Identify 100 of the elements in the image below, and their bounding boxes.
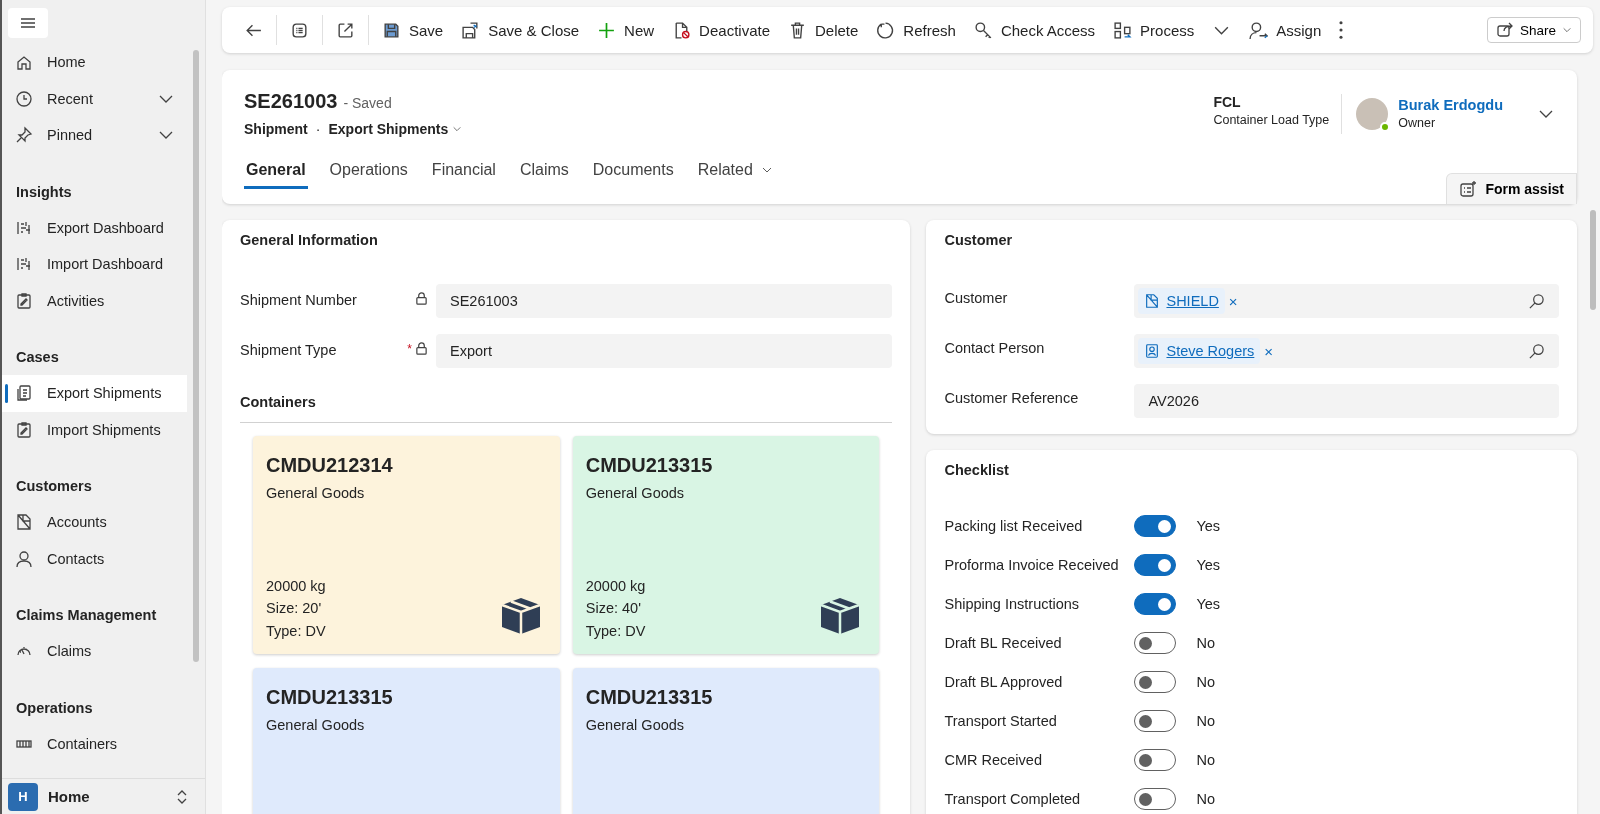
plus-icon xyxy=(597,20,617,40)
lookup-field[interactable]: Steve Rogers × xyxy=(1134,334,1559,368)
field-label: Shipment Number xyxy=(240,291,358,308)
nav-item[interactable]: Recent xyxy=(2,80,187,117)
container-card[interactable]: CMDU212314 General Goods 20000 kg Size: 20' Type: DV xyxy=(253,436,560,654)
nav-item[interactable]: Claims xyxy=(2,633,187,670)
nav-item[interactable]: Export Dashboard xyxy=(2,209,187,246)
field-label: Contact Person xyxy=(944,339,1046,356)
search-icon xyxy=(1528,342,1545,360)
checklist-label: Draft BL Received xyxy=(944,634,1063,651)
form-assist-button[interactable]: Form assist xyxy=(1446,173,1577,204)
checklist-sparkle-icon xyxy=(1459,180,1478,198)
tab[interactable]: Claims xyxy=(517,155,571,189)
toggle-value: Yes xyxy=(1196,518,1221,534)
area-badge: H xyxy=(8,782,38,811)
toggle-switch[interactable] xyxy=(1134,671,1177,693)
toolbar-button[interactable]: Process xyxy=(1105,13,1203,47)
checklist-label: Proforma Invoice Received xyxy=(944,556,1120,573)
nav-item[interactable]: Import Shipments xyxy=(2,411,187,448)
scrollbar-thumb[interactable] xyxy=(193,50,199,662)
subsection-title: Containers xyxy=(240,394,893,423)
field-label: Customer Reference xyxy=(944,389,1080,406)
nav-item[interactable]: Import Dashboard xyxy=(2,246,187,283)
toggle-switch[interactable] xyxy=(1134,749,1177,771)
tab[interactable]: Documents xyxy=(590,155,676,189)
goods-type: General Goods xyxy=(585,717,686,733)
toggle-switch[interactable] xyxy=(1134,788,1177,810)
toggle-switch[interactable] xyxy=(1134,515,1177,537)
toggle-value: No xyxy=(1196,674,1215,690)
checklist-label: Transport Completed xyxy=(944,790,1082,807)
toggle-switch[interactable] xyxy=(1134,632,1177,654)
container-number: CMDU212314 xyxy=(266,454,394,477)
separator-dot: · xyxy=(315,121,321,137)
nav-group-title: Claims Management xyxy=(15,606,158,625)
checklist-label: CMR Received xyxy=(944,751,1043,768)
person-icon xyxy=(15,549,33,568)
container-card[interactable]: CMDU213315 General Goods xyxy=(572,668,880,814)
container-type: Type: DV xyxy=(585,621,647,641)
lookup-tag[interactable]: SHIELD xyxy=(1138,288,1225,314)
nav-item[interactable]: Accounts xyxy=(2,504,187,541)
nav-item[interactable]: Activities xyxy=(2,282,187,319)
toggle-value: No xyxy=(1196,791,1215,807)
nav-item[interactable]: Pinned xyxy=(2,117,187,154)
contact-card-icon xyxy=(1144,343,1161,359)
toggle-value: Yes xyxy=(1196,596,1221,612)
assign-icon xyxy=(1249,20,1269,40)
toggle-switch[interactable] xyxy=(1134,710,1177,732)
owner-label: Owner xyxy=(1398,116,1437,130)
container-size: Size: 20' xyxy=(266,599,323,618)
document-icon xyxy=(15,384,33,403)
toolbar-button[interactable]: Deactivate xyxy=(664,13,778,47)
nav-group-title: Cases xyxy=(15,348,60,367)
toggle-value: Yes xyxy=(1196,557,1221,573)
scrollbar-thumb[interactable] xyxy=(1590,210,1596,310)
nav-group-title: Customers xyxy=(15,477,93,496)
toolbar-button[interactable]: New xyxy=(589,13,663,47)
toolbar-button[interactable]: Assign xyxy=(1241,13,1330,47)
toggle-value: No xyxy=(1196,752,1215,768)
pin-icon xyxy=(15,126,33,145)
container-size: Size: 40' xyxy=(585,599,642,618)
tab[interactable]: Financial xyxy=(429,155,498,189)
owner-name[interactable]: Burak Erdogdu xyxy=(1398,97,1503,113)
nav-item[interactable]: Contacts xyxy=(2,540,187,577)
area-switcher[interactable]: H Home xyxy=(2,778,205,814)
trash-icon xyxy=(788,20,807,40)
menu-button[interactable] xyxy=(8,8,48,38)
container-number: CMDU213315 xyxy=(585,686,714,709)
toggle-switch[interactable] xyxy=(1134,593,1177,615)
nav-item[interactable]: Export Shipments xyxy=(2,375,187,412)
toolbar-button[interactable]: Save xyxy=(374,13,452,47)
input-field[interactable]: AV2026 xyxy=(1134,384,1559,418)
header-field-label: Container Load Type xyxy=(1213,112,1330,127)
container-card[interactable]: CMDU213315 General Goods xyxy=(253,668,560,814)
nav-item[interactable]: Home xyxy=(2,44,187,81)
toolbar-button[interactable]: Refresh xyxy=(868,13,964,47)
box-icon xyxy=(499,596,542,636)
input-field[interactable]: Export xyxy=(436,334,893,368)
remove-button[interactable]: × xyxy=(1224,292,1242,310)
toolbar-button[interactable]: Delete xyxy=(780,13,867,47)
toolbar-button[interactable]: Check Access xyxy=(965,13,1104,47)
goods-type: General Goods xyxy=(266,485,366,501)
form-selector[interactable]: Export Shipments xyxy=(328,121,463,137)
container-number: CMDU213315 xyxy=(585,454,714,477)
container-weight: 20000 kg xyxy=(585,576,647,596)
lookup-tag[interactable]: Steve Rogers xyxy=(1138,338,1261,364)
tab[interactable]: General xyxy=(244,155,308,189)
lookup-field[interactable]: SHIELD × xyxy=(1134,284,1559,318)
toggle-switch[interactable] xyxy=(1134,554,1177,576)
tab[interactable]: Operations xyxy=(327,155,410,189)
nav-item[interactable]: Containers xyxy=(2,725,187,762)
input-field[interactable]: SE261003 xyxy=(436,284,893,318)
share-button[interactable]: Share xyxy=(1486,17,1581,43)
process-icon xyxy=(1113,20,1133,40)
toggle-value: No xyxy=(1196,635,1215,651)
container-number: CMDU213315 xyxy=(266,686,394,709)
container-card[interactable]: CMDU213315 General Goods 20000 kg Size: 40' Type: DV xyxy=(572,436,880,654)
tab[interactable]: Related xyxy=(695,155,775,189)
remove-button[interactable]: × xyxy=(1260,342,1278,360)
checklist-label: Draft BL Approved xyxy=(944,673,1064,690)
toolbar-button[interactable]: Save & Close xyxy=(453,13,588,47)
